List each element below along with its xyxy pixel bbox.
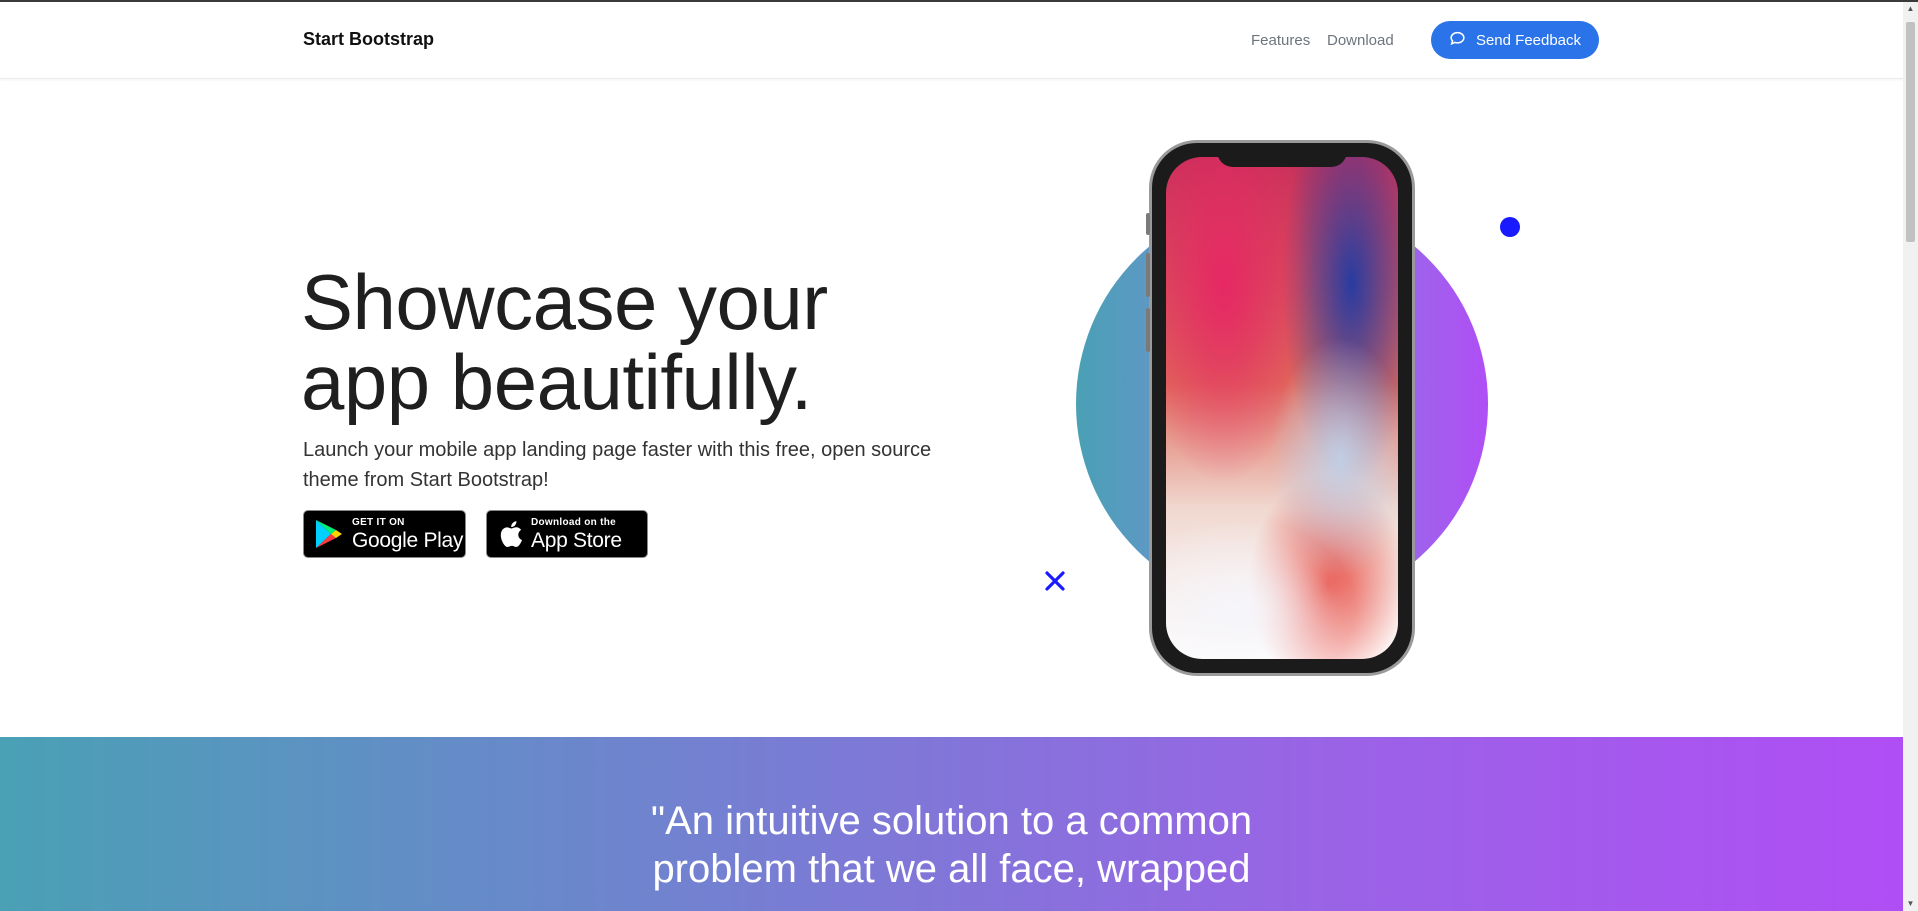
blue-dot-decoration: [1500, 217, 1520, 237]
scroll-up-arrow-icon[interactable]: ▲: [1906, 4, 1915, 14]
nav-link-download[interactable]: Download: [1327, 32, 1394, 49]
navbar: Start Bootstrap Features Download Send F…: [0, 2, 1903, 79]
google-play-small-text: GET IT ON: [352, 516, 405, 528]
google-play-badge[interactable]: GET IT ON Google Play: [303, 510, 466, 558]
hero-title: Showcase your app beautifully.: [301, 258, 828, 426]
phone-volume-up: [1146, 253, 1150, 297]
hero-subtitle: Launch your mobile app landing page fast…: [303, 439, 932, 491]
phone-silent-switch: [1146, 213, 1150, 235]
testimonial-quote: "An intuitive solution to a common probl…: [650, 799, 1253, 891]
page-scrollbar[interactable]: ▲ ▼: [1903, 2, 1918, 911]
app-store-big-text: App Store: [531, 528, 622, 552]
phone-screen-wallpaper: [1166, 157, 1398, 659]
nav-link-features[interactable]: Features: [1251, 32, 1310, 49]
brand-logo[interactable]: Start Bootstrap: [303, 29, 434, 50]
apple-icon: [497, 519, 523, 549]
close-x-decoration-icon: [1045, 571, 1065, 591]
scroll-down-arrow-icon[interactable]: ▼: [1906, 899, 1915, 909]
send-feedback-label: Send Feedback: [1475, 31, 1582, 49]
send-feedback-button[interactable]: Send Feedback: [1431, 21, 1599, 59]
google-play-icon: [314, 518, 344, 550]
testimonial-band: "An intuitive solution to a common probl…: [0, 737, 1903, 911]
app-store-badge[interactable]: Download on the App Store: [486, 510, 648, 558]
phone-mockup-image: [1146, 140, 1415, 676]
phone-notch: [1217, 143, 1347, 167]
app-store-small-text: Download on the: [531, 516, 617, 528]
phone-volume-down: [1146, 308, 1150, 352]
scrollbar-thumb[interactable]: [1906, 22, 1915, 242]
chat-bubble-icon: [1449, 30, 1466, 51]
google-play-big-text: Google Play: [352, 528, 464, 552]
